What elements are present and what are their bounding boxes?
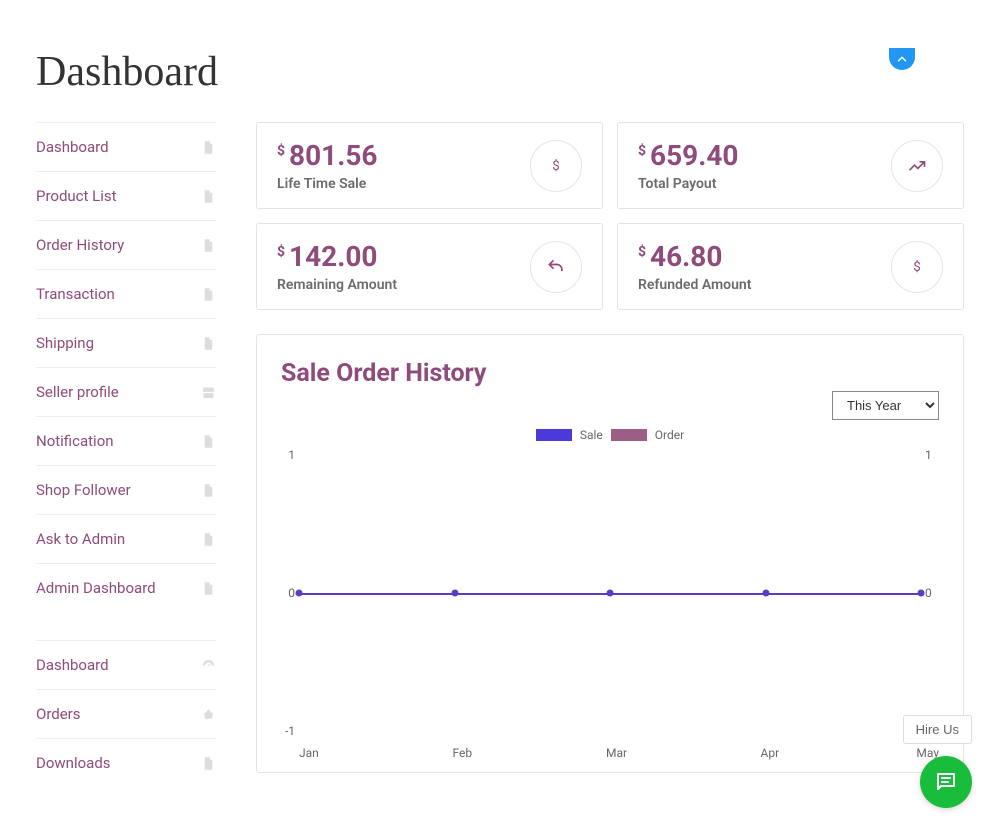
sidebar-item-notification[interactable]: Notification [36,416,216,465]
file-icon [200,531,216,547]
file-icon [200,482,216,498]
sidebar-item-label: Order History [36,236,124,254]
chart-plot [299,454,921,732]
stat-value: 801.56 [289,139,377,172]
x-tick: Jan [299,746,319,760]
sidebar: Dashboard Product List Order History Transa… [36,122,216,787]
sidebar-item-label: Shop Follower [36,481,131,499]
y-tick: 1 [925,448,943,462]
stat-currency: $ [638,244,646,260]
svg-text:$: $ [552,159,560,174]
chart-point [918,590,925,597]
sidebar-item-dashboard[interactable]: Dashboard [36,122,216,171]
x-tick: Apr [761,746,780,760]
stat-value: 659.40 [650,139,738,172]
trend-up-icon [891,140,943,192]
file-icon [200,237,216,253]
dollar-icon: $ [891,241,943,293]
sidebar-item-shop-follower[interactable]: Shop Follower [36,465,216,514]
sidebar-item-label: Shipping [36,334,94,352]
gauge-icon [200,657,216,673]
stat-card-remaining-amount: $142.00 Remaining Amount [256,223,603,310]
undo-icon [530,241,582,293]
sidebar-item-order-history[interactable]: Order History [36,220,216,269]
chart-area: 1 0 -1 1 0 Jan Feb Mar Apr May [281,448,939,758]
sidebar-item-orders[interactable]: Orders [36,689,216,738]
legend-swatch-sale [536,429,572,441]
stat-card-refunded-amount: $46.80 Refunded Amount $ [617,223,964,310]
y-tick: -1 [277,724,295,738]
hire-us-button[interactable]: Hire Us [903,715,972,744]
sidebar-item-label: Downloads [36,754,111,772]
file-icon [200,580,216,596]
chart-point [296,590,303,597]
sidebar-item-label: Seller profile [36,383,119,401]
chart-legend: Sale Order [281,428,939,442]
file-icon [200,433,216,449]
x-tick: Feb [453,746,473,760]
file-icon [200,755,216,771]
sidebar-item-admin-dashboard[interactable]: Admin Dashboard [36,563,216,612]
chart-point [451,590,458,597]
stat-currency: $ [277,244,285,260]
y-tick: 0 [277,586,295,600]
chart-point [607,590,614,597]
stat-value: 142.00 [289,240,377,273]
dollar-icon: $ [530,140,582,192]
svg-text:$: $ [913,260,921,275]
chart-range-select[interactable]: This Year [832,391,939,420]
sidebar-item-label: Orders [36,705,81,723]
chart-point [762,590,769,597]
file-icon [200,286,216,302]
sidebar-item-label: Dashboard [36,138,109,156]
stat-currency: $ [638,143,646,159]
sidebar-item-label: Notification [36,432,114,450]
sidebar-item-seller-profile[interactable]: Seller profile [36,367,216,416]
sidebar-item-transaction[interactable]: Transaction [36,269,216,318]
chat-button[interactable] [920,756,972,808]
file-icon [200,188,216,204]
stat-card-total-payout: $659.40 Total Payout [617,122,964,209]
stat-card-life-time-sale: $801.56 Life Time Sale $ [256,122,603,209]
stat-value: 46.80 [650,240,722,273]
page-title: Dashboard [36,48,1000,96]
sidebar-item-label: Dashboard [36,656,109,674]
sidebar-item-label: Ask to Admin [36,530,125,548]
stat-label: Total Payout [638,176,739,192]
basket-icon [200,706,216,722]
stat-label: Remaining Amount [277,277,397,293]
sidebar-item-product-list[interactable]: Product List [36,171,216,220]
sidebar-item-label: Product List [36,187,117,205]
sidebar-item-label: Transaction [36,285,115,303]
chat-icon [934,770,958,794]
chart-card: Sale Order History This Year Sale Order … [256,334,964,773]
stat-currency: $ [277,143,285,159]
y-tick: 0 [925,586,943,600]
file-icon [200,335,216,351]
legend-label-sale: Sale [580,428,603,442]
sidebar-item-ask-to-admin[interactable]: Ask to Admin [36,514,216,563]
stat-label: Life Time Sale [277,176,378,192]
stat-label: Refunded Amount [638,277,751,293]
file-icon [200,139,216,155]
sidebar-item-account-dashboard[interactable]: Dashboard [36,640,216,689]
legend-swatch-order [611,429,647,441]
x-tick: Mar [606,746,627,760]
sidebar-item-label: Admin Dashboard [36,579,156,597]
y-tick: 1 [277,448,295,462]
sidebar-item-downloads[interactable]: Downloads [36,738,216,787]
legend-label-order: Order [655,428,684,442]
sidebar-item-shipping[interactable]: Shipping [36,318,216,367]
store-icon [200,384,216,400]
main-content: $801.56 Life Time Sale $ $659.40 Total Payou… [216,122,964,787]
chart-title: Sale Order History [281,359,939,388]
chevron-up-icon [895,52,909,66]
